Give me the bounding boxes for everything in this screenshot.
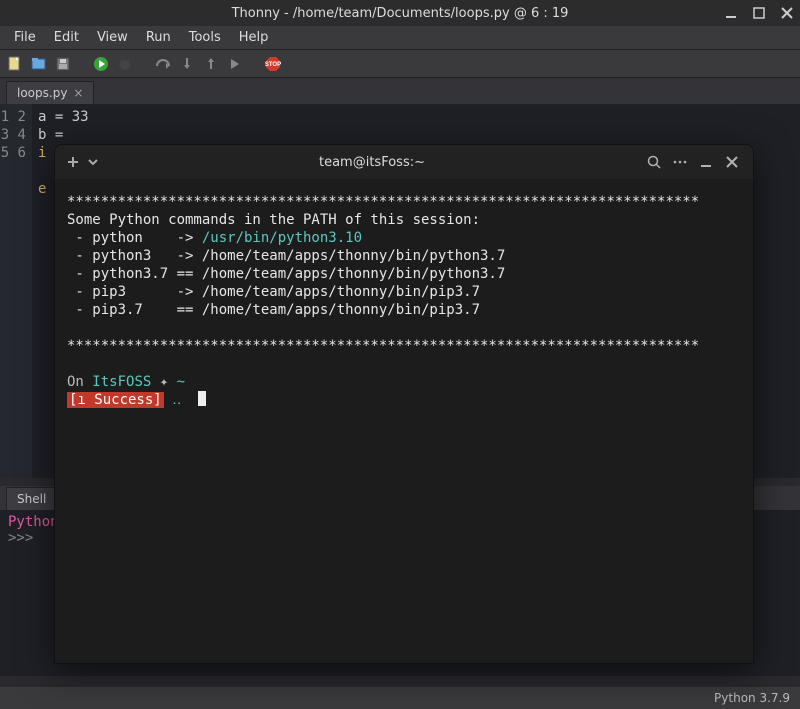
terminal-close-icon[interactable] <box>719 155 745 169</box>
search-icon[interactable] <box>641 154 667 170</box>
separator-line: ****************************************… <box>67 338 699 354</box>
resume-icon[interactable] <box>226 55 244 73</box>
menu-help[interactable]: Help <box>231 28 277 47</box>
menu-edit[interactable]: Edit <box>46 28 87 47</box>
thonny-titlebar: Thonny - /home/team/Documents/loops.py @… <box>0 0 800 26</box>
line-gutter: 1 2 3 4 5 6 <box>0 104 32 478</box>
prompt-dir: ~ <box>177 374 185 390</box>
session-header: Some Python commands in the PATH of this… <box>67 212 480 228</box>
toolbar: STOP <box>0 50 800 78</box>
close-icon[interactable]: × <box>73 86 83 100</box>
debug-icon[interactable] <box>116 55 134 73</box>
terminal-window: team@itsFoss:~ *************************… <box>54 144 754 664</box>
new-file-icon[interactable] <box>6 55 24 73</box>
menu-tools[interactable]: Tools <box>181 28 229 47</box>
chevron-down-icon[interactable] <box>83 156 103 168</box>
maximize-button[interactable] <box>750 4 768 22</box>
save-file-icon[interactable] <box>54 55 72 73</box>
step-out-icon[interactable] <box>202 55 220 73</box>
svg-text:STOP: STOP <box>265 62 281 68</box>
step-over-icon[interactable] <box>154 55 172 73</box>
open-file-icon[interactable] <box>30 55 48 73</box>
terminal-body[interactable]: ****************************************… <box>55 179 753 663</box>
stop-icon[interactable]: STOP <box>264 55 282 73</box>
separator-line: ****************************************… <box>67 194 699 210</box>
editor-tab-loops[interactable]: loops.py × <box>6 81 94 104</box>
thonny-title: Thonny - /home/team/Documents/loops.py @… <box>0 6 800 21</box>
status-bar: Python 3.7.9 <box>0 687 800 709</box>
prompt-host: ItsFOSS <box>92 374 151 390</box>
editor-tabstrip: loops.py × <box>0 78 800 104</box>
menubar: File Edit View Run Tools Help <box>0 26 800 50</box>
terminal-title: team@itsFoss:~ <box>103 155 641 170</box>
menu-run[interactable]: Run <box>138 28 179 47</box>
step-into-icon[interactable] <box>178 55 196 73</box>
prompt-on: On <box>67 374 84 390</box>
minimize-button[interactable] <box>722 4 740 22</box>
close-button[interactable] <box>778 4 796 22</box>
menu-icon[interactable] <box>667 154 693 170</box>
new-tab-icon[interactable] <box>63 155 83 169</box>
terminal-titlebar[interactable]: team@itsFoss:~ <box>55 145 753 179</box>
menu-file[interactable]: File <box>6 28 44 47</box>
shell-tab-label: Shell <box>17 492 46 506</box>
python-version: Python 3.7.9 <box>714 691 790 705</box>
terminal-minimize-icon[interactable] <box>693 155 719 169</box>
prompt-dots: ‥ <box>172 392 181 408</box>
terminal-cursor <box>198 391 206 406</box>
editor-tab-label: loops.py <box>17 86 67 100</box>
run-icon[interactable] <box>92 55 110 73</box>
menu-view[interactable]: View <box>89 28 136 47</box>
status-badge: [ı Success] <box>67 392 164 408</box>
